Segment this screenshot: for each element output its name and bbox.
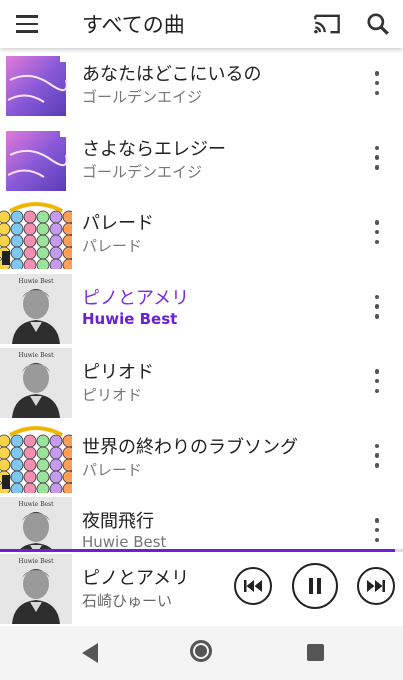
skip-next-icon — [367, 580, 385, 592]
now-playing-art: Huwie Best — [0, 554, 72, 624]
song-title: あなたはどこにいるの — [82, 64, 262, 85]
song-album: ピリオド — [82, 386, 143, 404]
album-art: Huwie Best — [0, 348, 72, 418]
song-album: Huwie Best — [82, 533, 167, 550]
system-nav-bar — [0, 626, 403, 680]
song-title: 世界の終わりのラブソング — [82, 436, 298, 458]
song-row[interactable]: あなたはどこにいるの ゴールデンエイジ — [0, 48, 403, 123]
skip-previous-icon — [244, 580, 262, 592]
page-title: すべての曲 — [82, 13, 185, 37]
now-playing-artist: 石崎ひゅーい — [82, 592, 173, 610]
more-vert-icon[interactable] — [371, 369, 383, 393]
app-bar: すべての曲 — [0, 0, 403, 48]
song-row[interactable]: パレード パレード — [0, 197, 403, 272]
svg-text:Huwie Best: Huwie Best — [18, 558, 54, 565]
more-vert-icon[interactable] — [371, 294, 383, 319]
back-icon[interactable] — [80, 642, 100, 664]
song-row[interactable]: Huwie Best ピリオド ピリオド — [0, 346, 403, 421]
song-album: パレード — [82, 460, 143, 479]
skip-previous-button[interactable] — [234, 567, 272, 605]
skip-next-button[interactable] — [357, 567, 395, 605]
now-playing-title: ピノとアメリ — [82, 568, 190, 589]
pause-button[interactable] — [292, 563, 338, 609]
home-icon[interactable] — [190, 640, 212, 662]
more-vert-icon[interactable] — [371, 220, 383, 244]
more-vert-icon[interactable] — [371, 71, 383, 95]
album-art: Huwie Best — [0, 497, 72, 550]
song-row[interactable]: Huwie Best 夜間飛行 Huwie Best — [0, 495, 403, 550]
svg-text:Huwie Best: Huwie Best — [18, 278, 54, 285]
song-album: パレード — [82, 237, 143, 255]
song-album: ゴールデンエイジ — [82, 162, 203, 181]
song-album: ゴールデンエイジ — [82, 88, 203, 106]
svg-text:Huwie Best: Huwie Best — [18, 352, 54, 359]
song-title: 夜間飛行 — [82, 511, 154, 532]
album-art: Huwie Best — [0, 273, 72, 344]
cast-icon[interactable] — [313, 10, 341, 38]
song-title: パレード — [82, 213, 154, 234]
menu-icon[interactable] — [16, 8, 48, 40]
search-icon[interactable] — [365, 11, 391, 37]
now-playing-bar[interactable]: Huwie Best ピノとアメリ 石崎ひゅーい — [0, 552, 403, 626]
svg-text:Huwie Best: Huwie Best — [18, 501, 54, 508]
song-album: Huwie Best — [82, 309, 178, 328]
song-title: ピノとアメリ — [82, 287, 190, 309]
song-title: さよならエレジー — [82, 138, 226, 160]
album-art — [0, 124, 72, 195]
song-row[interactable]: 世界の終わりのラブソング パレード — [0, 421, 403, 496]
more-vert-icon[interactable] — [371, 518, 383, 542]
pause-icon — [309, 578, 321, 594]
more-vert-icon[interactable] — [371, 145, 383, 170]
album-art — [0, 199, 72, 269]
song-row-playing[interactable]: Huwie Best ピノとアメリ Huwie Best — [0, 272, 403, 347]
album-art — [0, 422, 72, 493]
song-row[interactable]: さよならエレジー ゴールデンエイジ — [0, 123, 403, 198]
song-title: ピリオド — [82, 362, 154, 383]
song-list[interactable]: あなたはどこにいるの ゴールデンエイジ さよならエレジー ゴールデンエイジ パレ… — [0, 48, 403, 550]
more-vert-icon[interactable] — [371, 443, 383, 468]
album-art — [0, 50, 72, 120]
recents-icon[interactable] — [307, 644, 324, 661]
